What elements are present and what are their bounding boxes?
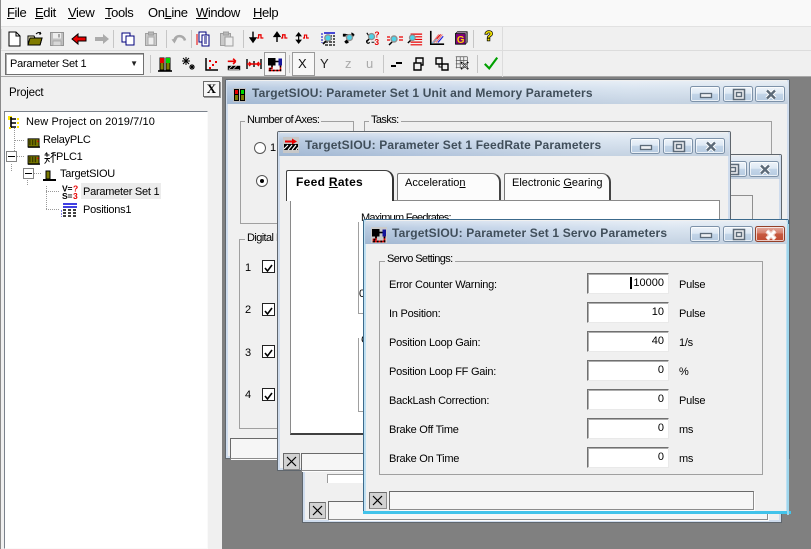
svg-text:3: 3 xyxy=(73,191,78,199)
svg-text:?: ? xyxy=(485,28,493,43)
svg-text:G: G xyxy=(457,35,465,46)
svg-text:=: = xyxy=(68,191,73,199)
svg-text:3: 3 xyxy=(374,37,379,46)
